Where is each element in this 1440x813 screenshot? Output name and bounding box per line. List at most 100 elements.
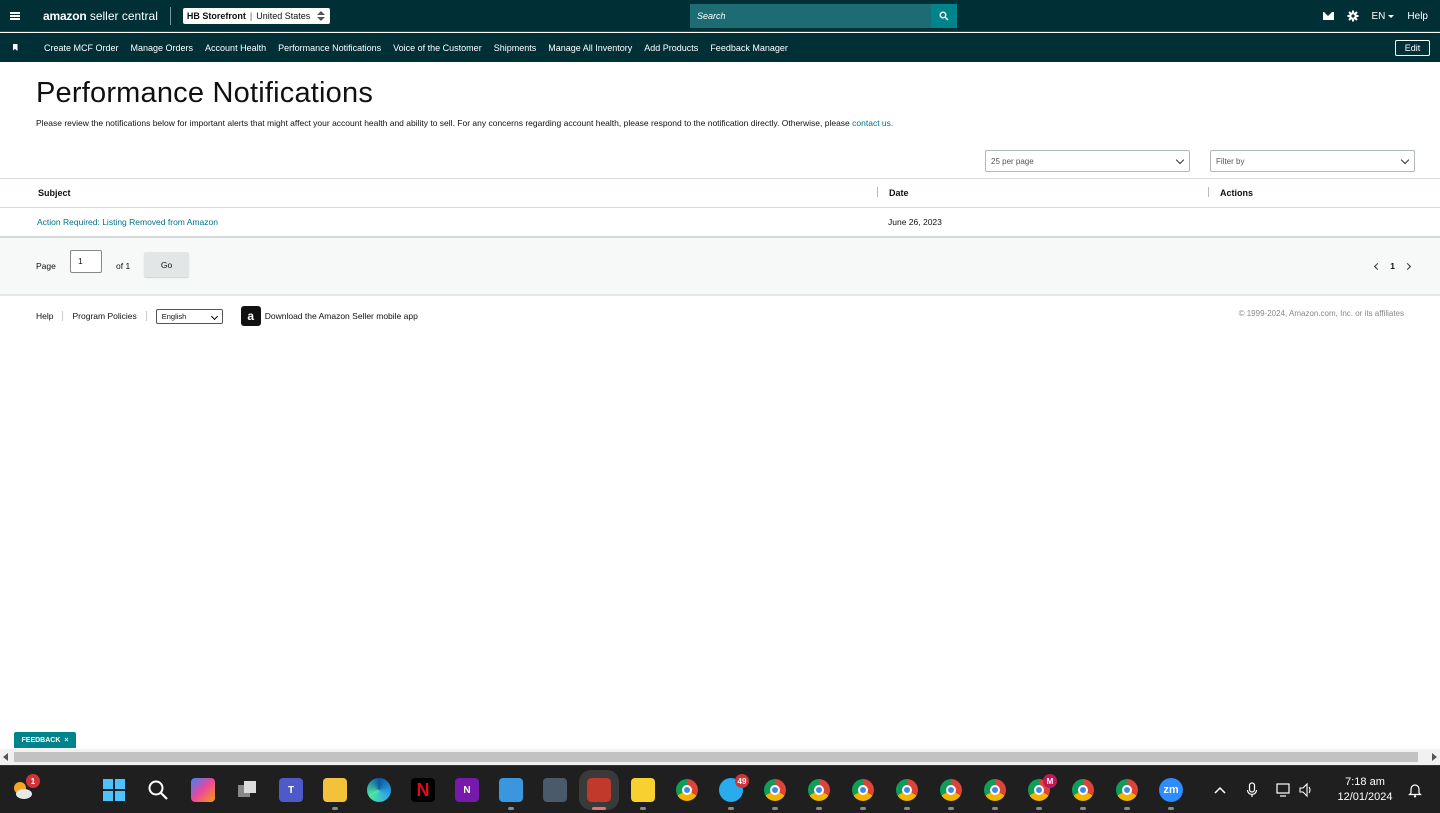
nav-account-health[interactable]: Account Health [205, 43, 266, 53]
horizontal-scrollbar[interactable] [0, 749, 1440, 765]
nav-feedback-manager[interactable]: Feedback Manager [710, 43, 788, 53]
chrome-profile-3-icon[interactable] [851, 778, 875, 802]
column-divider [1208, 187, 1209, 197]
clock-time: 7:18 am [1345, 776, 1385, 788]
notification-date: June 26, 2023 [888, 217, 942, 227]
page-count-label: of 1 [116, 261, 131, 271]
chrome-icon[interactable] [675, 778, 699, 802]
feedback-tab[interactable]: FEEDBACK × [14, 732, 76, 748]
chrome-logo [676, 779, 698, 801]
search-icon[interactable] [146, 778, 170, 802]
onenote-icon[interactable]: N [455, 778, 479, 802]
notepad-icon[interactable] [499, 778, 523, 802]
taskbar-search-glyph [148, 780, 168, 800]
nav-shipments[interactable]: Shipments [494, 43, 537, 53]
mail-icon[interactable] [1322, 12, 1334, 20]
column-subject[interactable]: Subject [38, 188, 71, 198]
program-policies-link[interactable]: Program Policies [72, 311, 136, 321]
file-explorer-icon[interactable] [323, 778, 347, 802]
edit-bookmarks-button[interactable]: Edit [1395, 40, 1430, 56]
notification-bell-icon[interactable] [1408, 782, 1422, 798]
weather-icon[interactable]: 1 [10, 774, 40, 802]
footer-language-value: English [161, 311, 187, 321]
help-link[interactable]: Help [1407, 11, 1428, 22]
search-button[interactable] [931, 4, 957, 28]
chrome-profile-7-icon[interactable]: M [1027, 774, 1057, 802]
notification-badge: 1 [26, 774, 40, 788]
chrome-profile-8-icon[interactable] [1071, 778, 1095, 802]
amazon-app-icon[interactable]: a [240, 306, 261, 326]
close-icon[interactable]: × [64, 737, 68, 744]
chevron-down-icon [1400, 155, 1410, 165]
download-app-link[interactable]: Download the Amazon Seller mobile app [265, 311, 418, 321]
go-button[interactable]: Go [144, 252, 189, 277]
netflix-icon[interactable]: N [411, 778, 435, 802]
contact-us-link[interactable]: contact us. [852, 118, 893, 128]
nav-create-mcf-order[interactable]: Create MCF Order [44, 43, 119, 53]
previous-page-icon[interactable] [1374, 262, 1382, 270]
nav-performance-notifications[interactable]: Performance Notifications [278, 43, 381, 53]
snipping-tool-icon[interactable] [579, 770, 619, 810]
running-indicator [904, 807, 910, 810]
chevron-up-icon[interactable] [1214, 786, 1226, 794]
amazon-seller-central-logo[interactable]: amazon seller central [30, 6, 171, 25]
page-footer: Help Program Policies English a Download… [36, 306, 418, 326]
chrome-profile-5-icon[interactable] [939, 778, 963, 802]
copyright-text: © 1999-2024, Amazon.com, Inc. or its aff… [1238, 309, 1404, 318]
chrome-profile-1-icon[interactable] [763, 778, 787, 802]
nav-voice-of-customer[interactable]: Voice of the Customer [393, 43, 482, 53]
search-input[interactable] [690, 4, 931, 28]
scroll-left-icon[interactable] [3, 753, 8, 761]
windows-start-icon[interactable] [102, 778, 126, 802]
running-indicator [1124, 807, 1130, 810]
page-number-input[interactable]: 1 [70, 250, 102, 273]
pagination-bar: Page 1 of 1 Go 1 [0, 237, 1440, 296]
store-selector[interactable]: HB Storefront | United States [182, 7, 331, 24]
microphone-icon[interactable] [1246, 782, 1258, 798]
windows-logo [103, 779, 125, 801]
chrome-profile-4-icon[interactable] [895, 778, 919, 802]
profile-badge: M [1043, 774, 1057, 788]
telegram-icon[interactable]: 49 [719, 774, 749, 802]
nav-manage-orders[interactable]: Manage Orders [131, 43, 194, 53]
running-indicator [816, 807, 822, 810]
chrome-profile-6-icon[interactable] [983, 778, 1007, 802]
hamburger-menu-icon[interactable] [0, 0, 30, 32]
current-page-number[interactable]: 1 [1390, 261, 1395, 271]
chrome-profile-9-icon[interactable] [1115, 778, 1139, 802]
volume-icon[interactable] [1298, 782, 1314, 798]
language-label: EN [1371, 10, 1386, 22]
calculator-icon[interactable] [543, 778, 567, 802]
sticky-notes-icon[interactable] [631, 778, 655, 802]
next-page-icon[interactable] [1403, 262, 1412, 270]
scroll-right-icon[interactable] [1432, 753, 1437, 761]
zoom-icon[interactable]: zm [1159, 778, 1183, 802]
filter-placeholder: Filter by [1216, 156, 1245, 166]
chrome-logo [764, 779, 786, 801]
footer-language-select[interactable]: English [155, 308, 223, 324]
column-date[interactable]: Date [889, 188, 909, 198]
chrome-profile-2-icon[interactable] [807, 778, 831, 802]
up-down-arrows-icon [316, 10, 326, 22]
notification-subject-link[interactable]: Action Required: Listing Removed from Am… [37, 217, 218, 227]
teams-icon[interactable]: T [279, 778, 303, 802]
bookmark-icon[interactable] [0, 44, 30, 51]
nav-add-products[interactable]: Add Products [644, 43, 698, 53]
per-page-select[interactable]: 25 per page [985, 150, 1190, 172]
scrollbar-thumb[interactable] [14, 752, 1418, 762]
table-row: Action Required: Listing Removed from Am… [0, 208, 1440, 237]
store-region: United States [256, 10, 311, 21]
filter-select[interactable]: Filter by [1210, 150, 1415, 172]
chrome-logo [940, 779, 962, 801]
network-icon[interactable] [1276, 782, 1292, 798]
gear-icon[interactable] [1347, 10, 1359, 22]
task-view-icon[interactable] [235, 778, 259, 802]
footer-help-link[interactable]: Help [36, 311, 53, 321]
edge-icon[interactable] [367, 778, 391, 802]
chrome-logo [896, 779, 918, 801]
system-clock[interactable]: 7:18 am 12/01/2024 [1330, 775, 1400, 805]
nav-manage-all-inventory[interactable]: Manage All Inventory [548, 43, 632, 53]
language-selector[interactable]: EN [1372, 11, 1395, 22]
copilot-icon[interactable] [191, 778, 215, 802]
running-indicator [332, 807, 338, 810]
